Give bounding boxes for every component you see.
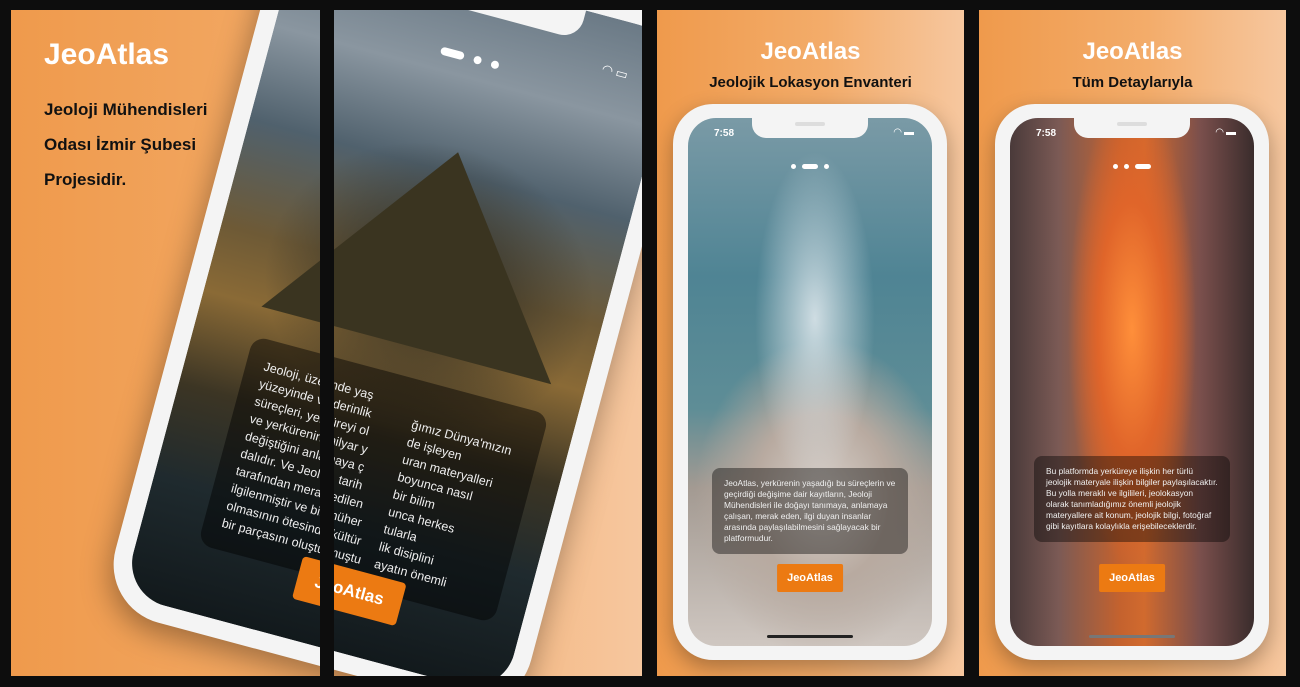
app-title: JeoAtlas — [44, 38, 170, 71]
jeoatlas-button[interactable]: JeoAtlas — [777, 564, 843, 592]
phone-notch — [1074, 118, 1190, 138]
subtitle: Tüm Detaylarıyla — [1072, 74, 1193, 91]
description-card: Bu platformda yerküreye ilişkin her türl… — [1034, 456, 1230, 542]
wifi-icon: ◠ — [893, 127, 904, 138]
app-title: JeoAtlas — [760, 38, 861, 65]
battery-icon: ▬ — [1226, 127, 1238, 138]
status-time: 7:58 — [714, 128, 735, 139]
subtitle-line: Jeoloji Mühendisleri — [44, 100, 208, 119]
phone-notch — [752, 118, 868, 138]
page-dot — [490, 59, 500, 70]
screenshot-panel-details: JeoAtlas Tüm Detaylarıyla 7:58 ◠▬ Bu pla… — [979, 10, 1286, 676]
panel-divider — [320, 10, 334, 676]
phone-mockup: 7:58 ◠▬ JeoAtlas, yerkürenin yaşadığı bu… — [673, 104, 947, 660]
page-dot-active — [1135, 164, 1151, 169]
home-indicator — [767, 635, 853, 638]
speaker-grille — [1117, 122, 1147, 126]
subtitle-line: Odası İzmir Şubesi — [44, 135, 197, 154]
page-dot — [1113, 164, 1118, 169]
page-indicator — [791, 164, 829, 169]
page-indicator — [1113, 164, 1151, 169]
status-bar: ◠ ▭ — [601, 61, 630, 83]
mountain-image — [261, 113, 603, 385]
page-dot — [472, 55, 483, 66]
page-dot-active — [802, 164, 818, 169]
battery-icon: ▭ — [614, 64, 630, 83]
app-title: JeoAtlas — [1082, 38, 1183, 65]
status-bar: ◠▬ — [893, 127, 916, 138]
battery-icon: ▬ — [904, 127, 916, 138]
speaker-grille — [795, 122, 825, 126]
phone-screen: 7:58 ◠▬ Bu platformda yerküreye ilişkin … — [1010, 118, 1254, 646]
status-time: 7:58 — [1036, 128, 1057, 139]
status-bar: ◠▬ — [1215, 127, 1238, 138]
page-indicator — [439, 46, 500, 70]
home-indicator — [1089, 635, 1175, 638]
page-dot — [791, 164, 796, 169]
wifi-icon: ◠ — [600, 61, 615, 79]
page-dot-active — [439, 46, 466, 61]
wifi-icon: ◠ — [1215, 127, 1226, 138]
description-card: JeoAtlas, yerkürenin yaşadığı bu süreçle… — [712, 468, 908, 554]
page-dot — [1124, 164, 1129, 169]
subtitle: Jeolojik Lokasyon Envanteri — [709, 74, 912, 91]
page-dot — [824, 164, 829, 169]
jeoatlas-button[interactable]: JeoAtlas — [1099, 564, 1165, 592]
screenshot-panel-inventory: JeoAtlas Jeolojik Lokasyon Envanteri 7:5… — [657, 10, 964, 676]
phone-screen: 7:58 ◠▬ JeoAtlas, yerkürenin yaşadığı bu… — [688, 118, 932, 646]
card-text-left: Jeoloji, üzerinde yaş yüzeyinde ve derin… — [220, 358, 405, 569]
screenshot-panel-intro: JeoAtlas Jeoloji Mühendisleri Odası İzmi… — [11, 10, 642, 676]
phone-mockup: 7:58 ◠▬ Bu platformda yerküreye ilişkin … — [995, 104, 1269, 660]
